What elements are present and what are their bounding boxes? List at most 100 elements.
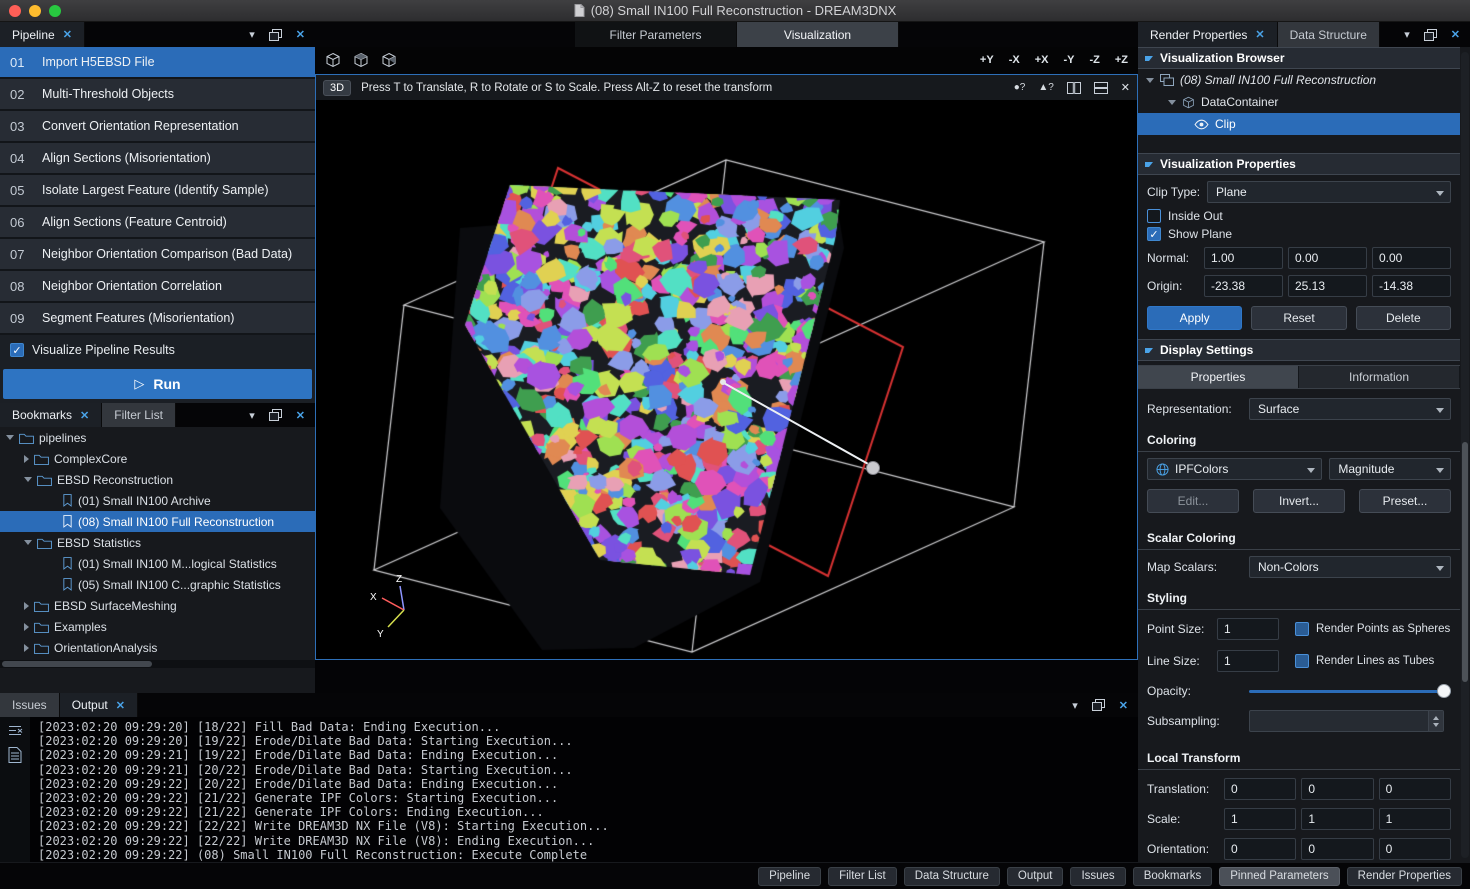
- pipeline-step[interactable]: 06 Align Sections (Feature Centroid): [0, 207, 315, 239]
- normal-y-field[interactable]: 0.00: [1288, 247, 1367, 269]
- close-window-button[interactable]: [9, 5, 21, 17]
- split-vertical-icon[interactable]: [1067, 82, 1081, 94]
- pipeline-step[interactable]: 05 Isolate Largest Feature (Identify Sam…: [0, 175, 315, 207]
- slider-knob[interactable]: [1437, 684, 1451, 698]
- tree-item-bookmark[interactable]: (05) Small IN100 C...graphic Statistics: [0, 574, 315, 595]
- pipeline-step[interactable]: 01 Import H5EBSD File: [0, 47, 315, 79]
- 3d-viewport[interactable]: Z X Y: [316, 100, 1137, 659]
- reset-button[interactable]: Reset: [1251, 306, 1346, 330]
- float-panel-icon[interactable]: [1424, 29, 1437, 41]
- section-visualization-properties[interactable]: Visualization Properties: [1138, 153, 1460, 175]
- camera-orthographic-cube-icon[interactable]: [353, 52, 369, 68]
- scale-y-field[interactable]: 1: [1301, 808, 1373, 830]
- representation-select[interactable]: Surface: [1249, 398, 1451, 420]
- inside-out-checkbox[interactable]: [1147, 209, 1161, 223]
- tab-issues[interactable]: Issues: [0, 693, 60, 717]
- vertical-scrollbar[interactable]: [1461, 52, 1469, 858]
- close-tab-icon[interactable]: ✕: [116, 699, 125, 712]
- tab-filter-list[interactable]: Filter List: [102, 403, 176, 427]
- clear-output-icon[interactable]: [7, 723, 23, 739]
- chevron-down-icon[interactable]: [24, 477, 32, 482]
- delete-button[interactable]: Delete: [1356, 306, 1451, 330]
- tree-item-folder[interactable]: pipelines: [0, 427, 315, 448]
- panel-menu-icon[interactable]: ▾: [1404, 28, 1410, 41]
- float-panel-icon[interactable]: [1092, 699, 1105, 711]
- float-panel-icon[interactable]: [269, 29, 282, 41]
- pipeline-step[interactable]: 03 Convert Orientation Representation: [0, 111, 315, 143]
- spinbox-arrows[interactable]: [1428, 711, 1443, 731]
- statusbar-toggle-render-properties[interactable]: Render Properties: [1347, 867, 1462, 886]
- snap-axis-button[interactable]: +Z: [1115, 54, 1128, 66]
- origin-y-field[interactable]: 25.13: [1288, 275, 1367, 297]
- tree-item-folder[interactable]: ComplexCore: [0, 448, 315, 469]
- browser-row-datacontainer[interactable]: DataContainer: [1138, 91, 1460, 113]
- origin-x-field[interactable]: -23.38: [1204, 275, 1283, 297]
- points-as-spheres-checkbox[interactable]: [1295, 622, 1309, 636]
- visibility-eye-icon[interactable]: [1194, 119, 1209, 130]
- chevron-right-icon[interactable]: [24, 602, 29, 610]
- section-display-settings[interactable]: Display Settings: [1138, 339, 1460, 361]
- pipeline-step[interactable]: 02 Multi-Threshold Objects: [0, 79, 315, 111]
- orientation-y-field[interactable]: 0: [1301, 838, 1373, 860]
- browser-row-clip[interactable]: Clip: [1138, 113, 1460, 135]
- query-cell-icon[interactable]: ▲?: [1038, 82, 1053, 93]
- tree-item-folder[interactable]: Examples: [0, 616, 315, 637]
- lines-as-tubes-checkbox[interactable]: [1295, 654, 1309, 668]
- tab-data-structure[interactable]: Data Structure: [1278, 22, 1380, 47]
- browser-row-dataset[interactable]: (08) Small IN100 Full Reconstruction: [1138, 69, 1460, 91]
- statusbar-toggle-bookmarks[interactable]: Bookmarks: [1133, 867, 1213, 886]
- scrollbar-thumb[interactable]: [2, 661, 152, 667]
- statusbar-toggle-output[interactable]: Output: [1007, 867, 1064, 886]
- camera-reset-cube-icon[interactable]: [325, 52, 341, 68]
- snap-axis-button[interactable]: -Y: [1063, 54, 1074, 66]
- tab-output[interactable]: Output ✕: [60, 693, 138, 717]
- close-tab-icon[interactable]: ✕: [1255, 28, 1264, 41]
- apply-button[interactable]: Apply: [1147, 306, 1242, 330]
- chevron-right-icon[interactable]: [24, 644, 29, 652]
- close-view-icon[interactable]: ✕: [1121, 81, 1130, 94]
- statusbar-toggle-data-structure[interactable]: Data Structure: [904, 867, 1000, 886]
- close-panel-icon[interactable]: ✕: [296, 409, 305, 422]
- save-log-icon[interactable]: [8, 747, 22, 763]
- clip-type-select[interactable]: Plane: [1207, 181, 1451, 203]
- tree-item-bookmark[interactable]: (01) Small IN100 M...logical Statistics: [0, 553, 315, 574]
- visualize-results-checkbox[interactable]: ✓: [10, 343, 24, 357]
- statusbar-toggle-pinned-parameters[interactable]: Pinned Parameters: [1219, 867, 1339, 886]
- opacity-slider[interactable]: [1249, 684, 1451, 698]
- tree-item-bookmark[interactable]: (01) Small IN100 Archive: [0, 490, 315, 511]
- statusbar-toggle-pipeline[interactable]: Pipeline: [758, 867, 821, 886]
- tab-render-properties[interactable]: Render Properties ✕: [1138, 22, 1278, 47]
- normal-x-field[interactable]: 1.00: [1204, 247, 1283, 269]
- pipeline-step[interactable]: 08 Neighbor Orientation Correlation: [0, 271, 315, 303]
- snap-axis-button[interactable]: -X: [1009, 54, 1020, 66]
- tab-visualization[interactable]: Visualization: [737, 22, 899, 47]
- subsampling-spinbox[interactable]: [1249, 710, 1444, 732]
- tree-item-folder[interactable]: EBSD Reconstruction: [0, 469, 315, 490]
- scale-x-field[interactable]: 1: [1224, 808, 1296, 830]
- scrollbar-thumb[interactable]: [1462, 442, 1468, 682]
- origin-z-field[interactable]: -14.38: [1372, 275, 1451, 297]
- zoom-window-button[interactable]: [49, 5, 61, 17]
- camera-perspective-cube-icon[interactable]: [381, 52, 397, 68]
- close-panel-icon[interactable]: ✕: [1119, 699, 1128, 712]
- snap-axis-button[interactable]: -Z: [1089, 54, 1099, 66]
- panel-menu-icon[interactable]: ▾: [249, 409, 255, 422]
- line-size-field[interactable]: 1: [1217, 650, 1279, 672]
- edit-colors-button[interactable]: Edit...: [1147, 489, 1239, 513]
- chevron-down-icon[interactable]: [1146, 78, 1154, 83]
- tab-display-properties[interactable]: Properties: [1138, 366, 1299, 388]
- handle-sphere[interactable]: [867, 462, 880, 475]
- chevron-down-icon[interactable]: [24, 540, 32, 545]
- tree-item-folder[interactable]: EBSD SurfaceMeshing: [0, 595, 315, 616]
- clip-plane-normal-handle[interactable]: [722, 382, 870, 465]
- tree-item-folder[interactable]: EBSD Statistics: [0, 532, 315, 553]
- show-plane-checkbox[interactable]: ✓: [1147, 227, 1161, 241]
- tab-pipeline[interactable]: Pipeline ✕: [0, 22, 85, 47]
- chevron-down-icon[interactable]: [6, 435, 14, 440]
- close-tab-icon[interactable]: ✕: [80, 409, 89, 422]
- section-visualization-browser[interactable]: Visualization Browser: [1138, 47, 1460, 69]
- map-scalars-select[interactable]: Non-Colors: [1249, 556, 1451, 578]
- translation-z-field[interactable]: 0: [1379, 778, 1451, 800]
- tree-item-bookmark[interactable]: (08) Small IN100 Full Reconstruction: [0, 511, 315, 532]
- pipeline-step[interactable]: 09 Segment Features (Misorientation): [0, 303, 315, 335]
